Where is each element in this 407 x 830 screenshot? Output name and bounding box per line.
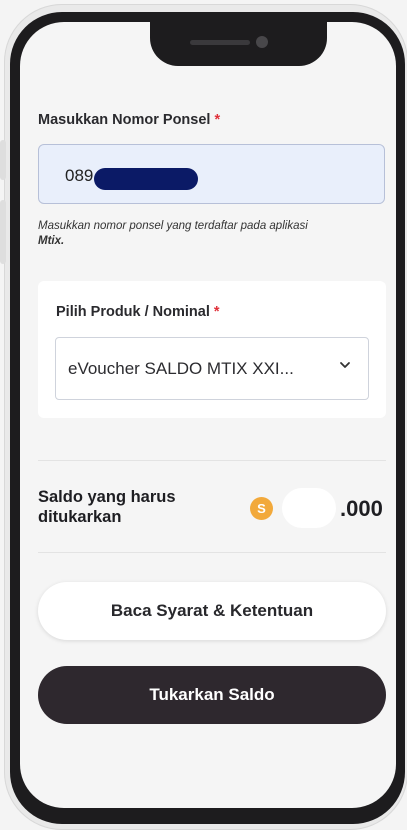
product-label-text: Pilih Produk / Nominal xyxy=(56,304,210,320)
device-volume-button xyxy=(0,200,6,264)
balance-amount: .000 xyxy=(340,496,383,521)
redeem-button[interactable]: Tukarkan Saldo xyxy=(38,666,386,724)
helper-app-name: Mtix. xyxy=(38,235,65,247)
divider xyxy=(38,552,386,553)
terms-button[interactable]: Baca Syarat & Ketentuan xyxy=(38,582,386,640)
device-notch xyxy=(150,12,327,66)
redaction-mask xyxy=(282,488,336,528)
device-side-button xyxy=(0,140,6,180)
chevron-down-icon xyxy=(340,362,350,368)
coin-icon: S xyxy=(250,497,273,520)
required-asterisk: * xyxy=(214,112,221,128)
required-asterisk: * xyxy=(213,304,220,320)
phone-number-label: Masukkan Nomor Ponsel * xyxy=(38,112,220,128)
divider xyxy=(38,460,386,461)
product-select[interactable]: eVoucher SALDO MTIX XXI... xyxy=(55,337,369,400)
phone-number-input[interactable]: 089 xyxy=(38,144,385,204)
front-camera-icon xyxy=(256,36,268,48)
speaker-grille xyxy=(190,40,250,45)
balance-label: Saldo yang harus ditukarkan xyxy=(38,488,176,526)
redaction-mask xyxy=(94,168,198,190)
phone-number-value: 089 xyxy=(65,166,94,185)
product-selected-value: eVoucher SALDO MTIX XXI... xyxy=(68,359,294,378)
phone-number-label-text: Masukkan Nomor Ponsel xyxy=(38,112,211,128)
phone-helper-text: Masukkan nomor ponsel yang terdaftar pad… xyxy=(38,219,388,249)
helper-text: Masukkan nomor ponsel yang terdaftar pad… xyxy=(38,220,308,232)
product-label: Pilih Produk / Nominal * xyxy=(56,304,220,320)
